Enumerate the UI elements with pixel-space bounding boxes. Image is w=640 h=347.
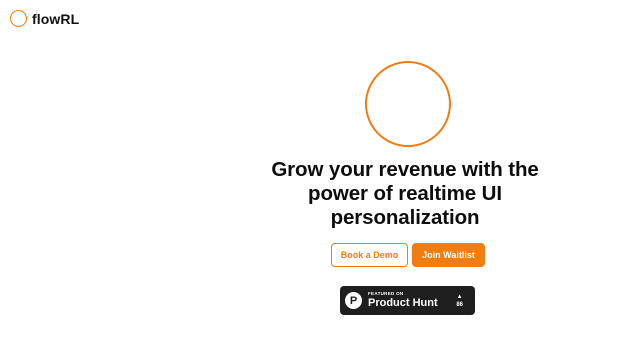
- brand-name: flowRL: [32, 10, 80, 27]
- cta-row: Book a Demo Join Waitlist: [331, 243, 485, 267]
- product-hunt-logo-icon: P: [345, 292, 362, 309]
- join-waitlist-button[interactable]: Join Waitlist: [412, 243, 485, 267]
- ring-icon: [365, 61, 451, 147]
- book-demo-button[interactable]: Book a Demo: [331, 243, 408, 267]
- upvote-count: 86: [456, 301, 463, 308]
- product-hunt-badge[interactable]: P FEATURED ON Product Hunt ▲ 86: [340, 286, 475, 315]
- upvote-arrow-icon: ▲: [456, 293, 463, 300]
- upvote-counter: ▲ 86: [456, 294, 463, 308]
- product-hunt-text: FEATURED ON Product Hunt: [368, 292, 438, 309]
- ring-logo-icon: [10, 10, 27, 27]
- page: flowRL Grow your revenue with the power …: [0, 0, 640, 347]
- product-hunt-name: Product Hunt: [368, 296, 438, 309]
- page-headline: Grow your revenue with the power of real…: [271, 158, 539, 229]
- brand-home-link[interactable]: flowRL: [10, 10, 79, 27]
